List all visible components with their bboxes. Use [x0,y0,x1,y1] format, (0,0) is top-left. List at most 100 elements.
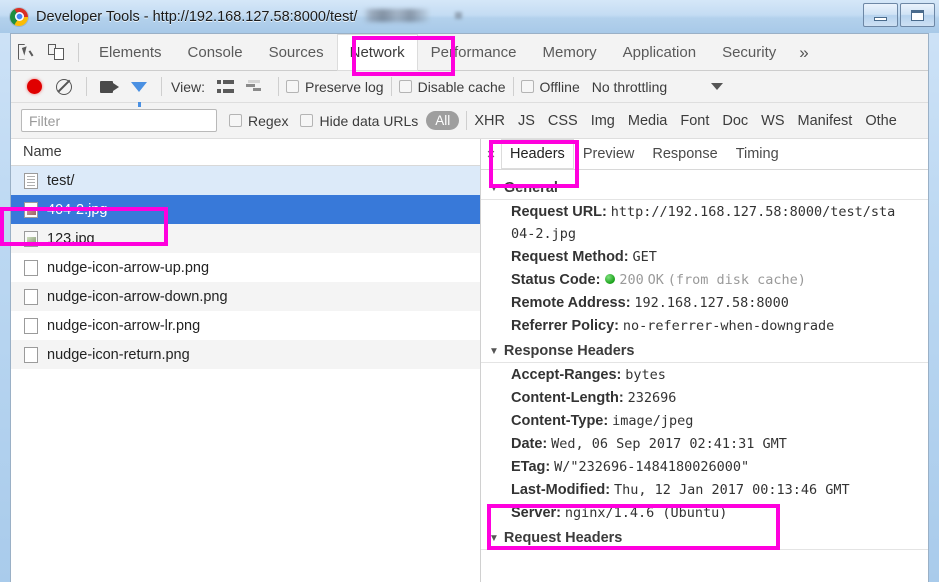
section-response-headers[interactable]: ▼ Response Headers [481,339,928,363]
close-icon[interactable]: × [481,146,501,163]
tab-network[interactable]: Network [336,34,418,71]
request-list-panel: Name test/ 404-2.jpg 123.jpg nudge-icon-… [11,139,480,582]
view-list-button[interactable] [211,72,241,102]
clear-button[interactable] [49,72,79,102]
regex-checkbox[interactable] [229,114,242,127]
chevron-down-icon: ▼ [489,183,499,194]
throttling-value[interactable]: No throttling [592,79,667,95]
headers-body: ▼ General Request URL: http://192.168.127… [481,170,928,550]
view-waterfall-button[interactable] [241,72,271,102]
header-value: http://192.168.127.58:8000/test/sta [610,204,896,220]
tab-response[interactable]: Response [643,139,726,169]
preserve-log-label: Preserve log [304,78,384,95]
filter-type-other[interactable]: Othe [865,113,896,129]
table-row[interactable]: nudge-icon-arrow-down.png [11,282,480,311]
table-row[interactable]: 404-2.jpg [11,195,480,224]
tab-performance[interactable]: Performance [418,34,530,71]
filter-type-font[interactable]: Font [680,113,709,129]
section-request-headers[interactable]: ▼ Request Headers [481,526,928,550]
more-tabs-button[interactable]: » [789,34,818,71]
tab-sources[interactable]: Sources [256,34,337,71]
filter-type-js[interactable]: JS [518,113,535,129]
capture-screenshots-button[interactable] [94,72,124,102]
header-value: 232696 [627,390,677,406]
table-row[interactable]: nudge-icon-arrow-lr.png [11,311,480,340]
column-header-name[interactable]: Name [11,139,480,166]
table-row[interactable]: test/ [11,166,480,195]
header-value: nginx/1.4.6 (Ubuntu) [564,505,728,521]
table-row[interactable]: nudge-icon-arrow-up.png [11,253,480,282]
redacted-title-blur [363,8,430,22]
header-value: no-referrer-when-downgrade [622,318,835,334]
filter-type-xhr[interactable]: XHR [474,113,505,129]
toolbar-divider [512,77,514,96]
throttling-dropdown-button[interactable] [711,83,724,90]
header-key: Accept-Ranges: [511,367,622,383]
inspect-element-button[interactable] [11,37,41,67]
tab-memory[interactable]: Memory [530,34,610,71]
tab-security[interactable]: Security [709,34,789,71]
window-title-bar: Developer Tools - http://192.168.127.58:… [0,0,939,33]
filter-type-media[interactable]: Media [628,113,668,129]
tab-application[interactable]: Application [610,34,709,71]
device-toolbar-icon [48,44,64,60]
status-code-text: OK [647,272,664,288]
section-title: General [503,180,558,196]
maximize-button[interactable] [900,3,935,27]
filter-toggle-button[interactable] [124,72,154,107]
window-controls [863,3,935,27]
header-last-modified: Last-Modified: Thu, 12 Jan 2017 00:13:46… [481,478,928,501]
tab-console[interactable]: Console [175,34,256,71]
clear-icon [56,78,72,95]
header-value: W/"232696-1484180026000" [554,459,750,475]
header-etag: ETag: W/"232696-1484180026000" [481,455,928,478]
chrome-logo-icon [10,7,28,26]
header-content-type: Content-Type: image/jpeg [481,409,928,432]
request-name: nudge-icon-arrow-down.png [47,288,228,305]
header-key: Request URL: [511,204,607,220]
table-row[interactable]: nudge-icon-return.png [11,340,480,369]
toolbar-divider [390,77,392,96]
tab-timing[interactable]: Timing [727,139,788,169]
image-icon [24,288,38,305]
filter-type-all[interactable]: All [426,111,460,130]
request-name: nudge-icon-arrow-lr.png [47,317,201,334]
header-key: ETag: [511,459,551,475]
regex-label: Regex [248,112,289,129]
tab-preview[interactable]: Preview [574,139,644,169]
tab-headers[interactable]: Headers [501,139,574,169]
header-key: Content-Length: [511,390,624,406]
header-key: Referrer Policy: [511,318,619,334]
hide-data-urls-checkbox[interactable] [300,114,314,127]
disable-cache-checkbox[interactable] [398,80,412,93]
tab-elements[interactable]: Elements [86,34,175,71]
network-filter-bar: Filter Regex Hide data URLs All XHR JS C… [11,103,928,139]
network-toolbar: View: Preserve log Disable cache Offline… [11,71,928,107]
image-icon [24,201,38,218]
request-name: test/ [47,172,75,189]
section-general[interactable]: ▼ General [481,176,928,200]
minimize-button[interactable] [863,3,898,27]
header-request-method: Request Method: GET [481,245,928,268]
window-title: Developer Tools - http://192.168.127.58:… [36,8,463,25]
filter-type-img[interactable]: Img [591,113,615,129]
record-button[interactable] [19,72,49,102]
filter-type-css[interactable]: CSS [548,113,578,129]
devtools-tab-strip: Elements Console Sources Network Perform… [11,34,928,71]
toolbar-divider [86,77,87,96]
request-name: nudge-icon-arrow-up.png [47,259,210,276]
record-icon [26,79,42,94]
filter-type-ws[interactable]: WS [761,113,784,129]
preserve-log-checkbox[interactable] [285,80,299,93]
network-content: Name test/ 404-2.jpg 123.jpg nudge-icon-… [11,139,928,582]
filter-input[interactable]: Filter [21,109,217,132]
header-value: 192.168.127.58:8000 [634,295,789,311]
toggle-device-toolbar-button[interactable] [41,37,71,67]
camera-icon [99,80,119,93]
header-accept-ranges: Accept-Ranges: bytes [481,363,928,386]
table-row[interactable]: 123.jpg [11,224,480,253]
filter-type-manifest[interactable]: Manifest [798,113,853,129]
offline-checkbox[interactable] [520,80,534,93]
filter-type-doc[interactable]: Doc [722,113,748,129]
header-key: Date: [511,436,548,452]
